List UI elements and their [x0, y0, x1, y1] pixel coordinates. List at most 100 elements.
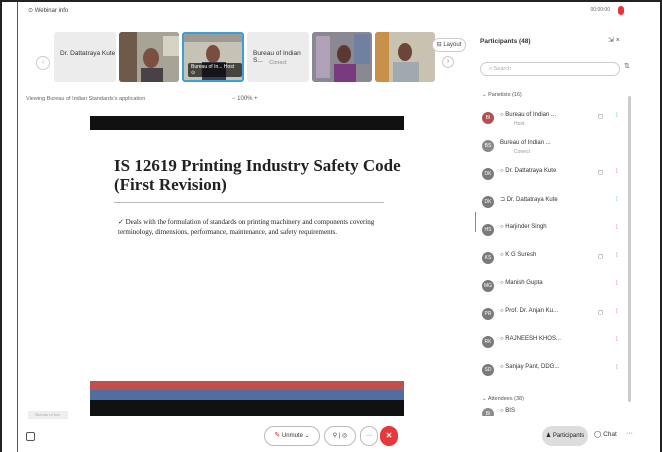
avatar: BI: [482, 408, 494, 416]
participant-row[interactable]: HS ○ Harjinder Singh ⁞: [482, 222, 626, 242]
frame-separator: [17, 2, 18, 452]
participant-row[interactable]: SD ○ Sanjay Pant, DDG... ⁞: [482, 362, 626, 382]
mic-status-icon: ⁞: [616, 225, 618, 231]
participant-row[interactable]: DK ⊐ Dr. Dattatraya Kute ⁞: [482, 194, 626, 214]
participant-name: ○ Bureau of Indian ...: [500, 112, 556, 118]
mic-status-icon: ⁞: [616, 253, 618, 259]
participant-name: ○ Prof. Dr. Anjan Ku...: [500, 308, 558, 314]
mic-status-icon: ⁞: [616, 337, 618, 343]
participant-role: Host: [514, 121, 525, 127]
video-tile-name[interactable]: Bureau of Indian S... Conect: [247, 32, 309, 82]
avatar: BI: [482, 112, 494, 124]
tile-participant-name: Dr. Dattatraya Kute: [60, 50, 116, 57]
avatar: DK: [482, 168, 494, 180]
participants-button[interactable]: ♟ Participants: [542, 426, 588, 446]
video-tile-active[interactable]: Bureau of In... Host ⊙: [182, 32, 244, 82]
recording-indicator-icon[interactable]: [618, 6, 624, 15]
leave-button[interactable]: ✕: [380, 426, 398, 446]
attendees-section-header[interactable]: ⌄ Attendees (38): [482, 396, 524, 402]
session-timer: 00:00:00: [590, 7, 610, 13]
participants-icon: ♟: [545, 433, 553, 439]
captions-icon[interactable]: [26, 432, 35, 441]
participant-row[interactable]: KS ○ K G Suresh ◻ ⁞: [482, 250, 626, 270]
tile-participant-status: Conect: [269, 60, 287, 66]
participant-role: Conect: [514, 149, 530, 155]
participant-row[interactable]: DK ○ Dr. Dattatraya Kute ◻ ⁞: [482, 166, 626, 186]
participants-label: Participants: [552, 433, 585, 439]
participants-panel: Participants (48) ⇲ × ⌕ Search ⇅ ⌄ Panel…: [476, 32, 640, 416]
camera-icon: ◻: [598, 170, 603, 176]
attendee-row[interactable]: BI ○ BIS: [482, 406, 626, 416]
panel-scrollbar[interactable]: [628, 96, 631, 402]
frame-border-left: [0, 0, 2, 452]
sort-icon[interactable]: ⇅: [624, 62, 630, 70]
avatar: BS: [482, 140, 494, 152]
participant-row[interactable]: BS Bureau of Indian ... Conect: [482, 138, 626, 158]
avatar: MG: [482, 280, 494, 292]
slide-title: IS 12619 Printing Industry Safety Code (…: [114, 156, 401, 194]
slide-top-bar: [90, 116, 404, 130]
viewing-label: Viewing Bureau of Indian Standards's app…: [26, 96, 146, 102]
more-menu-icon[interactable]: ···: [626, 430, 633, 437]
participant-row[interactable]: PR ○ Prof. Dr. Anjan Ku... ◻ ⁞: [482, 306, 626, 326]
avatar: RK: [482, 336, 494, 348]
mic-status-icon: ⁞: [616, 113, 618, 119]
video-strip: ‹ Dr. Dattatraya Kute Bureau of In... Ho…: [20, 24, 470, 82]
participant-video-icon: [312, 32, 372, 82]
camera-icon: ◻: [598, 254, 603, 260]
chat-button[interactable]: ◯ Chat: [594, 430, 617, 438]
participant-video-icon: [119, 32, 179, 82]
participant-row[interactable]: MG ○ Manish Gupta ⁞: [482, 278, 626, 298]
participant-name: ○ K G Suresh: [500, 252, 537, 258]
webinar-window: ⊙ Webinar info 00:00:00 ‹ Dr. Dattatraya…: [20, 4, 640, 450]
participant-name: ⊐ Dr. Dattatraya Kute: [500, 197, 558, 203]
slide-divider: [114, 202, 384, 203]
avatar: KS: [482, 252, 494, 264]
slide-band-red: [90, 381, 404, 390]
panel-popout-close-icon[interactable]: ⇲ ×: [608, 36, 620, 44]
avatar: PR: [482, 308, 494, 320]
strip-prev-button[interactable]: ‹: [36, 56, 50, 70]
unmute-label: Unmute ⌄: [281, 433, 310, 439]
participant-name: ○ Manish Gupta: [500, 280, 543, 286]
participant-video-icon: [375, 32, 435, 82]
video-tile-name[interactable]: Dr. Dattatraya Kute: [54, 32, 116, 82]
slide-bullet: ✓ Deals with the formulation of standard…: [118, 218, 375, 236]
participant-row[interactable]: BI ○ Bureau of Indian ... Host ◻ ⁞: [482, 110, 626, 130]
participant-name: ○ Harjinder Singh: [500, 224, 547, 230]
mic-status-icon: ⁞: [616, 281, 618, 287]
video-tile[interactable]: [312, 32, 372, 82]
mic-muted-icon: ✎: [274, 432, 281, 439]
panel-title: Participants (48): [480, 38, 531, 45]
layout-button[interactable]: ⊟ Layout: [432, 38, 466, 52]
avatar: HS: [482, 224, 494, 236]
participant-row[interactable]: RK ○ RAJNEESH KHOS... ⁞: [482, 334, 626, 354]
strip-next-button[interactable]: ›: [442, 56, 454, 68]
title-bar: ⊙ Webinar info 00:00:00: [20, 4, 640, 18]
slide-band-blue: [90, 390, 404, 400]
webinar-info-link[interactable]: ⊙ Webinar info: [28, 7, 68, 14]
avatar: SD: [482, 364, 494, 376]
slide-band-black: [90, 400, 404, 416]
mic-status-icon: ⁞: [616, 197, 618, 203]
participant-search-input[interactable]: ⌕ Search: [480, 62, 620, 76]
participant-name: Bureau of Indian ...: [500, 140, 551, 146]
camera-icon: ◻: [598, 114, 603, 120]
zoom-control[interactable]: − 100% +: [232, 96, 258, 102]
mic-status-icon: ⁞: [616, 365, 618, 371]
participant-name: ○ Dr. Dattatraya Kute: [500, 168, 557, 174]
participant-name: ○ RAJNEESH KHOS...: [500, 336, 561, 342]
participant-name: ○ BIS: [500, 408, 515, 414]
tile-host-label: Bureau of In... Host ⊙: [188, 63, 242, 77]
video-tile[interactable]: [119, 32, 179, 82]
frame-border-top: [0, 0, 662, 2]
more-options-button[interactable]: ···: [360, 426, 378, 446]
video-tile[interactable]: [375, 32, 435, 82]
search-placeholder: Search: [493, 66, 512, 72]
share-label: Bureau of Ind.: [28, 411, 68, 419]
video-button[interactable]: ⚲ | ◎: [324, 426, 356, 446]
unmute-button[interactable]: ✎ Unmute ⌄: [264, 426, 320, 446]
panelists-section-header[interactable]: ⌄ Panelists (16): [482, 92, 522, 98]
mic-status-icon: ⁞: [616, 309, 618, 315]
avatar: DK: [482, 196, 494, 208]
